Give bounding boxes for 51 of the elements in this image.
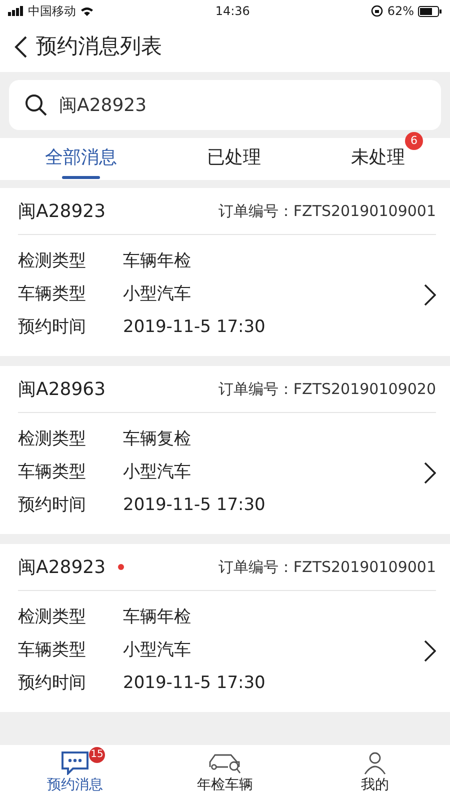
order-card[interactable]: 闽A28963 订单编号：FZTS20190109020 检测类型 车辆复检 车辆类型 小型汽车 预约时间 2019-11-5 17:30	[0, 366, 450, 534]
battery-icon	[418, 6, 442, 16]
order-card[interactable]: 闽A28923 订单编号：FZTS20190109001 检测类型 车辆年检 车辆类型 小型汽车 预约时间 2019-11-5 17:30	[0, 544, 450, 712]
field-label: 检测类型	[18, 428, 87, 451]
nav-tab[interactable]: 我的	[300, 745, 450, 800]
chat-bubble-icon	[61, 751, 89, 775]
order-card[interactable]: 闽A28923 订单编号：FZTS20190109001 检测类型 车辆年检 车辆类型 小型汽车 预约时间 2019-11-5 17:30	[0, 188, 450, 356]
back-button[interactable]	[14, 36, 28, 58]
field-value: 2019-11-5 17:30	[123, 672, 266, 695]
plate-number: 闽A28923	[18, 556, 106, 580]
filter-tab[interactable]: 已处理	[201, 140, 267, 178]
field-label: 车辆类型	[18, 282, 87, 306]
field-label: 检测类型	[18, 250, 87, 273]
carrier-name: 中国移动	[28, 3, 76, 20]
field-value: 2019-11-5 17:30	[123, 494, 266, 517]
field-value: 车辆年检	[123, 606, 191, 629]
wifi-icon	[80, 6, 94, 16]
field-label: 检测类型	[18, 606, 87, 629]
field-label: 车辆类型	[18, 638, 87, 662]
nav-tab[interactable]: 年检车辆	[150, 745, 300, 800]
person-icon	[363, 751, 387, 775]
order-number: 订单编号：FZTS20190109001	[218, 200, 436, 222]
battery-percent: 62%	[387, 3, 414, 20]
filter-tab[interactable]: 全部消息	[39, 140, 123, 178]
back-icon	[14, 36, 28, 58]
nav-tab[interactable]: 预约消息 15	[0, 745, 150, 800]
field-value: 小型汽车	[123, 460, 191, 484]
field-label: 预约时间	[18, 672, 87, 695]
field-label: 预约时间	[18, 494, 87, 517]
field-value: 小型汽车	[123, 282, 191, 306]
count-badge: 15	[89, 747, 105, 763]
chevron-right-icon	[424, 284, 436, 306]
order-number: 订单编号：FZTS20190109001	[218, 556, 436, 578]
search-field[interactable]: 闽A28923	[9, 80, 441, 130]
field-value: 车辆年检	[123, 250, 191, 273]
plate-number: 闽A28963	[18, 378, 106, 402]
chevron-right-icon	[424, 640, 436, 662]
field-value: 2019-11-5 17:30	[123, 316, 266, 339]
field-value: 车辆复检	[123, 428, 191, 451]
count-badge: 6	[405, 132, 423, 150]
rotation-lock-icon	[371, 5, 384, 17]
signal-icon	[8, 6, 24, 16]
search-icon	[24, 93, 48, 117]
page-title: 预约消息列表	[36, 33, 162, 60]
clock-time: 14:36	[215, 3, 250, 20]
field-label: 车辆类型	[18, 460, 87, 484]
field-value: 小型汽车	[123, 638, 191, 662]
order-number: 订单编号：FZTS20190109020	[218, 378, 436, 400]
chevron-right-icon	[424, 462, 436, 484]
field-label: 预约时间	[18, 316, 87, 339]
plate-number: 闽A28923	[18, 200, 106, 224]
